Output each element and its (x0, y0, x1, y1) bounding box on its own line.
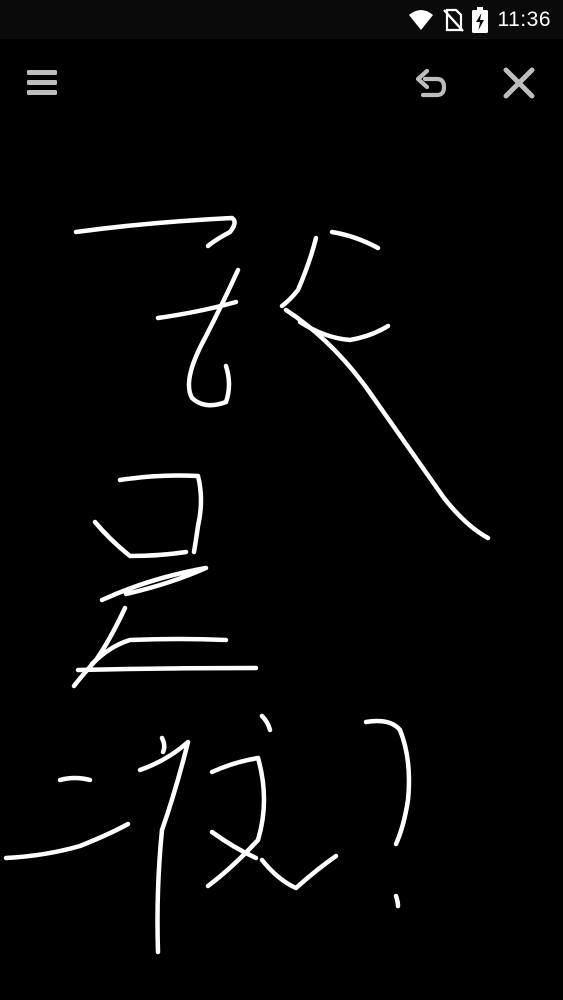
ink-stroke (137, 739, 191, 955)
ink-stroke (283, 307, 491, 541)
ink-stroke (159, 735, 167, 755)
ink-stroke (3, 821, 131, 861)
ink-stroke (155, 299, 239, 321)
ink-stroke (117, 473, 204, 555)
ink-stroke (363, 718, 412, 847)
ink-stroke (57, 775, 93, 783)
ink-stroke (259, 853, 339, 891)
ink-stroke (92, 519, 189, 559)
ink-stroke (329, 229, 381, 251)
ink-stroke (186, 267, 241, 408)
ink-stroke (209, 829, 259, 861)
ink-stroke (393, 893, 401, 909)
ink-stroke (279, 235, 319, 309)
ink-stroke (73, 215, 237, 249)
handwriting-strokes (3, 215, 491, 955)
ink-stroke (75, 665, 259, 673)
drawing-canvas[interactable] (0, 127, 563, 1000)
ink-stroke (99, 565, 209, 603)
ink-stroke (259, 713, 273, 733)
ink-stroke (205, 755, 267, 889)
ink-stroke (89, 636, 229, 667)
